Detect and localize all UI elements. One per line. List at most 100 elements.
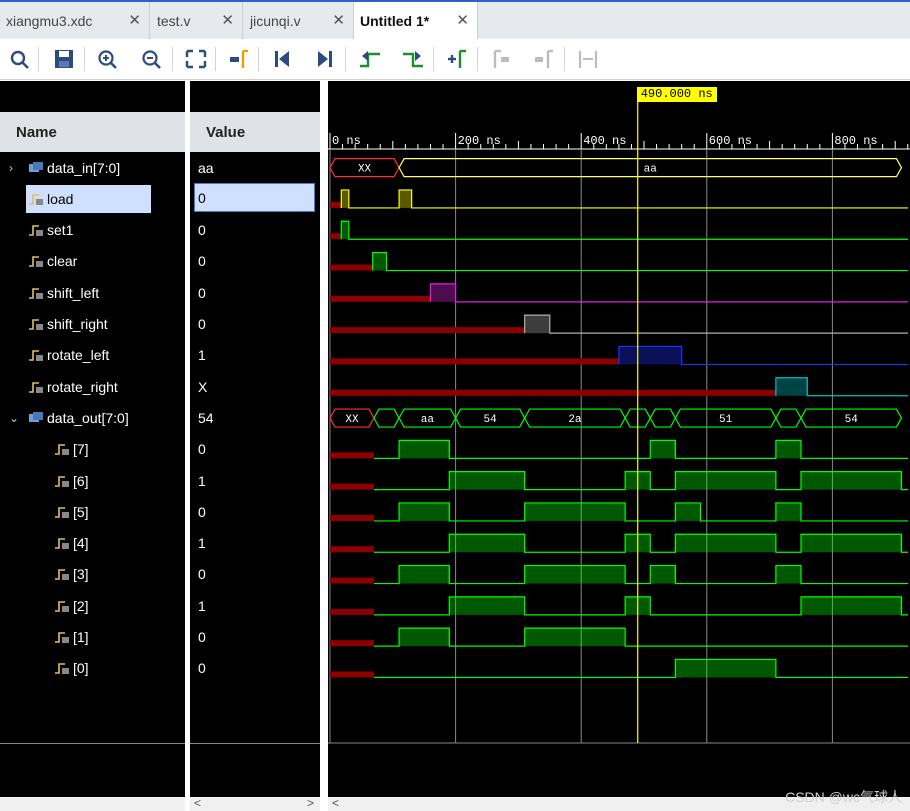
value-cell[interactable]: 1 — [190, 590, 320, 621]
signal-row-clear[interactable]: clear — [0, 246, 185, 277]
signal-name: shift_left — [47, 284, 100, 301]
zoom-in-icon[interactable] — [96, 48, 120, 70]
scroll-right-icon[interactable]: > — [307, 796, 314, 810]
close-icon[interactable]: ✕ — [128, 11, 141, 29]
add-marker-icon[interactable] — [445, 48, 469, 70]
previous-marker-icon[interactable] — [489, 48, 513, 70]
tab-jicunqi-v[interactable]: jicunqi.v ✕ — [244, 2, 354, 39]
high-level-fill — [650, 565, 676, 584]
signal-name: [6] — [73, 472, 89, 489]
go-to-end-icon[interactable] — [313, 48, 337, 70]
close-icon[interactable]: ✕ — [456, 11, 469, 29]
signal-row-5[interactable]: [5] — [0, 496, 185, 527]
chevron-down-icon[interactable]: ⌄ — [9, 411, 19, 425]
zoom-fit-icon[interactable] — [184, 48, 208, 70]
waveform-canvas[interactable]: 0 ns 200 ns 400 ns 600 ns 800 ns XX aa XX aa 54 2a… — [328, 81, 910, 797]
value-header-label: Value — [206, 123, 246, 141]
signal-row-data-out70[interactable]: ⌄ data_out[7:0] — [0, 402, 185, 433]
signal-row-2[interactable]: [2] — [0, 590, 185, 621]
value-cell[interactable]: aa — [190, 152, 320, 183]
go-to-start-icon[interactable] — [270, 48, 294, 70]
high-level-fill — [650, 440, 676, 459]
tab-xiangmu3-xdc[interactable]: xiangmu3.xdc ✕ — [0, 2, 150, 39]
bit-signal-icon — [29, 350, 43, 362]
next-marker-icon[interactable] — [532, 48, 556, 70]
value-cell[interactable]: 1 — [190, 465, 320, 496]
bus-value-label: 2a — [568, 414, 582, 426]
high-level-fill — [775, 565, 801, 584]
signal-value: 0 — [198, 284, 206, 301]
bus-value-label: aa — [421, 414, 435, 426]
swap-cursors-icon[interactable] — [576, 48, 600, 70]
signal-name: [7] — [73, 441, 89, 458]
signal-name: shift_right — [47, 316, 108, 332]
unknown-state-bar — [330, 546, 374, 553]
signal-row-4[interactable]: [4] — [0, 528, 185, 559]
value-cell[interactable]: 1 — [190, 528, 320, 559]
signal-row-set1[interactable]: set1 — [0, 215, 185, 246]
signal-row-6[interactable]: [6] — [0, 465, 185, 496]
zoom-out-icon[interactable] — [140, 48, 164, 70]
value-cell[interactable]: 0 — [190, 496, 320, 527]
value-scrollbar[interactable]: < > — [190, 796, 320, 811]
value-cell[interactable]: 0 — [190, 653, 320, 684]
tab-untitled-1[interactable]: Untitled 1* ✕ — [354, 2, 478, 39]
value-cell[interactable]: X — [190, 371, 320, 402]
signal-row-shift-left[interactable]: shift_left — [0, 277, 185, 308]
signal-value: 1 — [198, 535, 206, 552]
high-level-fill — [801, 534, 902, 553]
signal-row-shift-right[interactable]: shift_right — [0, 309, 185, 340]
name-scrollbar[interactable] — [0, 797, 185, 811]
waveform-view[interactable]: 0 ns 200 ns 400 ns 600 ns 800 ns XX aa XX aa 54 2a… — [328, 81, 910, 811]
name-column-header[interactable]: Name — [0, 112, 185, 152]
bit-signal-icon — [29, 319, 43, 330]
value-column-header[interactable]: Value — [190, 112, 320, 152]
value-cell[interactable]: 0 — [194, 183, 315, 213]
signal-value: 0 — [198, 629, 206, 645]
scroll-left-icon[interactable]: < — [332, 796, 339, 810]
signal-row-0[interactable]: [0] — [0, 653, 185, 684]
value-cell[interactable]: 0 — [190, 434, 320, 465]
signal-row-7[interactable]: [7] — [0, 434, 185, 465]
unknown-state-bar — [330, 358, 619, 365]
scroll-left-icon[interactable]: < — [194, 796, 201, 810]
bit-waveform — [373, 627, 908, 647]
tab-label: xiangmu3.xdc — [6, 12, 93, 29]
signal-row-3[interactable]: [3] — [0, 559, 185, 590]
unknown-state-bar — [330, 201, 342, 208]
save-icon[interactable] — [52, 48, 76, 70]
signal-value: 0 — [198, 441, 206, 458]
value-cell[interactable]: 0 — [190, 277, 320, 308]
signal-row-rotate-right[interactable]: rotate_right — [0, 371, 185, 402]
close-icon[interactable]: ✕ — [221, 11, 234, 29]
signal-value-panel: Value aa 0 0 0 0 0 1 X 54 0 1 0 1 0 1 0 0 < > — [190, 81, 320, 811]
signal-name: [5] — [73, 503, 89, 520]
signal-name: clear — [47, 253, 78, 270]
next-transition-icon[interactable] — [401, 48, 425, 70]
chevron-right-icon[interactable]: › — [9, 161, 13, 175]
value-cell[interactable]: 0 — [190, 309, 320, 340]
wave-splitter[interactable] — [320, 81, 328, 811]
value-cell[interactable]: 0 — [190, 246, 320, 277]
previous-transition-icon[interactable] — [358, 48, 382, 70]
signal-name: [1] — [73, 629, 89, 645]
signal-row-data-in70[interactable]: › data_in[7:0] — [0, 152, 185, 183]
signal-row-load[interactable]: load — [0, 183, 185, 214]
high-level-fill — [399, 628, 450, 647]
search-icon[interactable] — [8, 48, 32, 70]
bit-signal-icon — [55, 444, 69, 456]
go-to-cursor-icon[interactable] — [227, 48, 251, 70]
value-cell[interactable]: 54 — [190, 402, 320, 433]
value-cell[interactable]: 0 — [190, 559, 320, 590]
signal-name-panel: Name › data_in[7:0] load set1 clear shift_lef… — [0, 81, 185, 811]
tab-test-v[interactable]: test.v ✕ — [151, 2, 243, 39]
value-cell[interactable]: 0 — [190, 215, 320, 246]
value-cell[interactable]: 1 — [190, 340, 320, 371]
high-level-fill — [801, 596, 902, 615]
close-icon[interactable]: ✕ — [332, 11, 345, 29]
value-cell[interactable]: 0 — [190, 622, 320, 653]
signal-row-1[interactable]: [1] — [0, 622, 185, 653]
signal-row-rotate-left[interactable]: rotate_left — [0, 340, 185, 371]
unknown-state-bar — [330, 233, 342, 240]
bit-signal-icon — [29, 193, 43, 205]
